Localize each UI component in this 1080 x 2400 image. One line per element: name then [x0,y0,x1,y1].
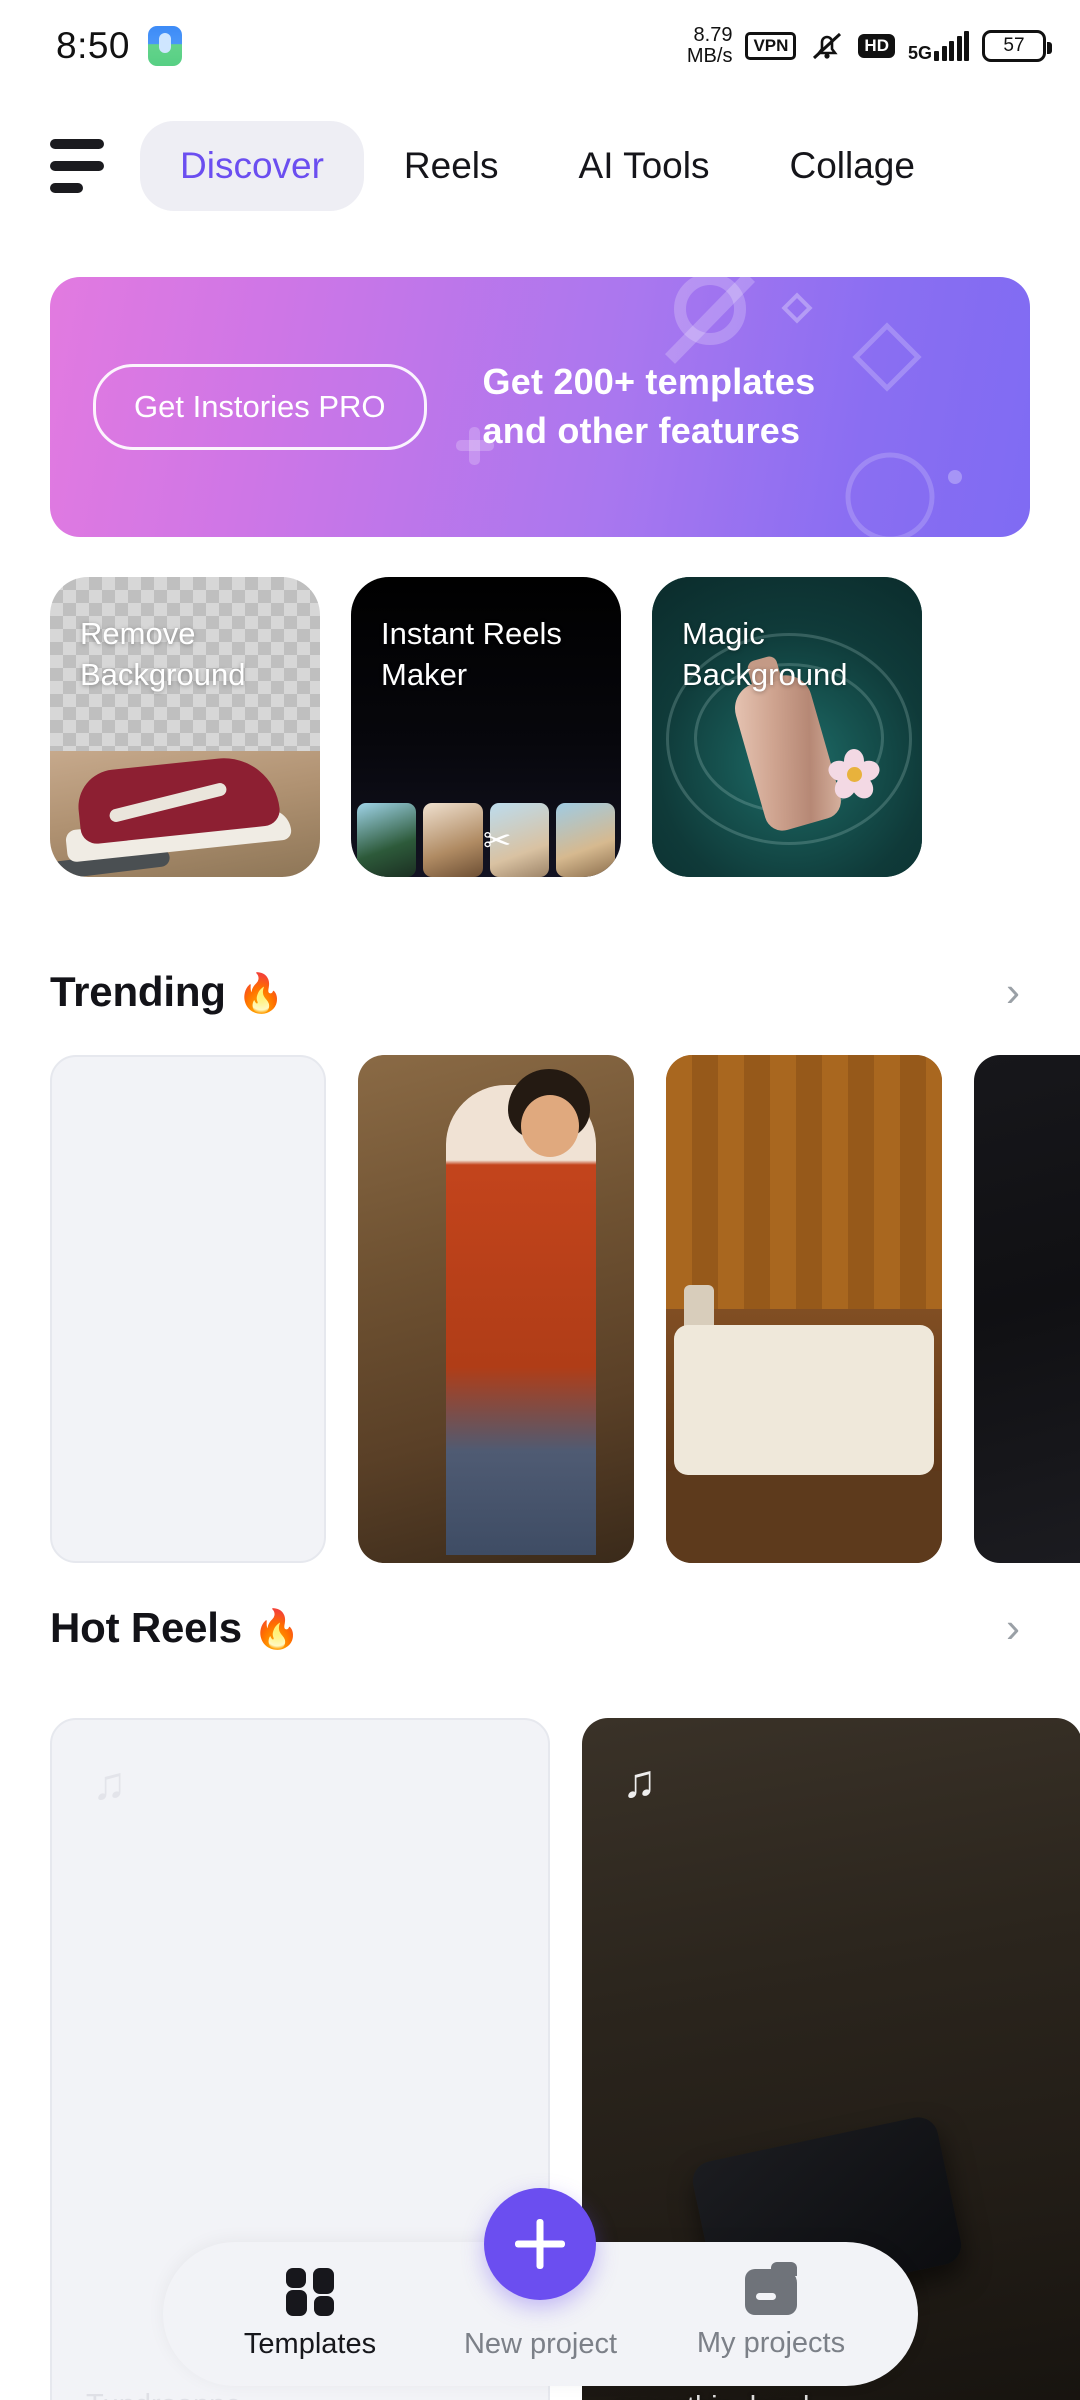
feature-title-line1: Magic [682,616,765,651]
tab-collage[interactable]: Collage [749,121,954,211]
battery-percent: 57 [1003,35,1025,56]
plus-icon [515,2219,565,2269]
banner-headline-line1: Get 200+ templates [482,361,816,403]
new-project-fab[interactable] [484,2188,596,2300]
fire-emoji-icon: 🔥 [253,1609,301,1651]
trending-see-all-chevron-right-icon[interactable]: › [996,965,1030,1019]
get-pro-button[interactable]: Get Instories PRO [93,364,427,450]
fire-emoji-icon: 🔥 [237,973,285,1015]
hamburger-menu-icon[interactable] [50,139,114,193]
android-app-icon [148,26,183,66]
feature-title-line2: Background [682,657,848,693]
status-bar: 8:50 8.79 MB/s VPN HD 5G 57 [0,0,1080,92]
feature-card-title: Remove Background [80,613,302,695]
feature-card-title: Magic Background [682,613,904,695]
tab-reels[interactable]: Reels [364,121,539,211]
signal-bars-icon [934,31,969,61]
trending-card-placeholder[interactable] [50,1055,326,1563]
trending-title-text: Trending [50,968,226,1015]
scissors-icon: ✂ [483,822,512,860]
section-title: Hot Reels 🔥 [50,1604,301,1652]
signal-indicator: 5G [907,31,969,63]
bell-muted-icon [809,29,845,63]
hd-icon: HD [858,34,895,58]
feature-title-line2: Background [80,657,246,693]
feature-card-remove-background[interactable]: Remove Background [50,577,320,877]
feature-card-row: Remove Background ✂ Instant Reels Maker [50,577,1080,877]
flower-image [825,747,883,803]
nav-label-new-project: New project [463,2327,618,2360]
music-note-icon: ♫ [622,1755,657,1807]
feature-title-line2: Maker [381,657,468,693]
trending-card[interactable] [666,1055,942,1563]
trending-card[interactable]: V [974,1055,1080,1563]
hot-reels-title-text: Hot Reels [50,1604,242,1651]
network-type-label: 5G [907,43,932,63]
trending-card[interactable] [358,1055,634,1563]
tab-ai-tools[interactable]: AI Tools [539,121,750,211]
trending-carousel[interactable]: V [50,1055,1080,1563]
app-screen: 8:50 8.79 MB/s VPN HD 5G 57 Discover Ree… [0,0,1080,2400]
banner-headline: Get 200+ templates and other features [483,358,816,455]
nav-item-my-projects[interactable]: My projects [666,2261,876,2360]
top-navigation-bar: Discover Reels AI Tools Collage [0,118,1080,214]
section-title: Trending 🔥 [50,968,285,1016]
banner-headline-line2: and other features [482,410,801,451]
hot-reel-caption: Tundraanne [86,2389,241,2400]
feature-title-line1: Instant Reels [381,616,562,651]
new-project-fab-wrapper [435,2188,645,2300]
music-note-icon: ♫ [92,1757,127,1809]
hot-reel-caption: smoothie_bowl [616,2391,809,2400]
clock: 8:50 [56,25,131,66]
nav-item-templates[interactable]: Templates [205,2267,415,2361]
nav-label-templates: Templates [243,2327,377,2360]
feature-card-title: Instant Reels Maker [381,613,603,695]
tab-discover[interactable]: Discover [140,121,364,211]
nav-label-my-projects: My projects [696,2326,846,2359]
status-bar-right: 8.79 MB/s VPN HD 5G 57 [687,25,1052,67]
network-speed-unit: MB/s [686,45,733,67]
network-speed-value: 8.79 [693,24,733,46]
feature-card-instant-reels-maker[interactable]: ✂ Instant Reels Maker [351,577,621,877]
network-speed-indicator: 8.79 MB/s [687,25,733,67]
hot-reels-section-header: Hot Reels 🔥 › [50,1598,1030,1658]
tab-list: Discover Reels AI Tools Collage [140,121,955,211]
status-bar-left: 8:50 [56,25,183,67]
trending-section-header: Trending 🔥 › [50,962,1030,1022]
grid-icon [286,2267,334,2316]
pro-promo-banner[interactable]: Get Instories PRO Get 200+ templates and… [50,277,1030,537]
folder-icon [745,2261,797,2315]
battery-icon: 57 [982,30,1052,62]
feature-title-line1: Remove [80,616,196,651]
vpn-icon: VPN [745,32,797,60]
feature-card-magic-background[interactable]: Magic Background [652,577,922,877]
sneaker-image [56,736,306,863]
hot-reels-see-all-chevron-right-icon[interactable]: › [996,1601,1030,1655]
